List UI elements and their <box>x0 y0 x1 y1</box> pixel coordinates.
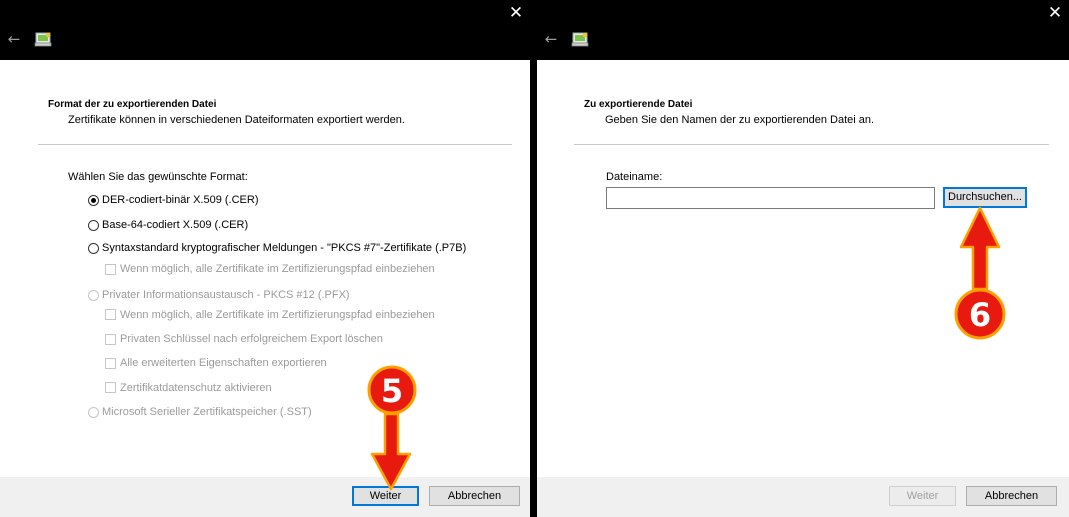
checkbox-label: Alle erweiterten Eigenschaften exportier… <box>120 357 327 369</box>
page-subtitle: Zertifikate können in verschiedenen Date… <box>68 114 405 126</box>
radio-button[interactable] <box>88 243 99 254</box>
radio-button <box>88 407 99 418</box>
format-prompt: Wählen Sie das gewünschte Format: <box>68 171 248 183</box>
export-format-dialog: ✕ ← Format der zu exportierenden Datei Z… <box>0 0 530 517</box>
radio-button <box>88 290 99 301</box>
radio-label: Syntaxstandard kryptografischer Meldunge… <box>102 242 467 254</box>
checkbox-label: Wenn möglich, alle Zertifikate im Zertif… <box>120 309 435 321</box>
certificate-wizard-icon <box>34 32 52 47</box>
header-separator <box>38 144 512 145</box>
radio-label: Microsoft Serieller Zertifikatspeicher (… <box>102 406 312 418</box>
step-6-annotation: 6 <box>954 206 1006 340</box>
filename-label: Dateiname: <box>606 171 663 183</box>
button-bar: Weiter Abbrechen <box>537 477 1069 517</box>
checkbox-label: Wenn möglich, alle Zertifikate im Zertif… <box>120 263 435 275</box>
checkbox <box>105 334 116 345</box>
back-arrow-icon[interactable]: ← <box>541 29 561 49</box>
title-bar: ✕ ← <box>0 0 530 60</box>
radio-button[interactable] <box>88 195 99 206</box>
checkbox <box>105 309 116 320</box>
radio-label: Base-64-codiert X.509 (.CER) <box>102 219 249 231</box>
radio-label: DER-codiert-binär X.509 (.CER) <box>102 194 259 206</box>
page-title: Format der zu exportierenden Datei <box>48 99 217 110</box>
step-5-annotation: 5 <box>367 365 417 491</box>
checkbox <box>105 358 116 369</box>
next-button: Weiter <box>889 486 956 506</box>
radio-button[interactable] <box>88 220 99 231</box>
checkbox <box>105 264 116 275</box>
checkbox-label: Privaten Schlüssel nach erfolgreichem Ex… <box>120 333 383 345</box>
arrow-up-icon <box>959 206 1001 291</box>
arrow-down-icon <box>370 412 412 491</box>
page-title: Zu exportierende Datei <box>584 99 693 110</box>
page-subtitle: Geben Sie den Namen der zu exportierende… <box>605 114 875 126</box>
cancel-button[interactable]: Abbrechen <box>966 486 1057 506</box>
button-bar: Weiter Abbrechen <box>0 477 530 517</box>
header-separator <box>574 144 1049 145</box>
filename-input[interactable] <box>606 187 935 209</box>
certificate-wizard-icon <box>571 32 589 47</box>
close-icon[interactable]: ✕ <box>1045 2 1065 24</box>
cancel-button[interactable]: Abbrechen <box>429 486 520 506</box>
export-file-dialog: ✕ ← Zu exportierende Datei Geben Sie den… <box>537 0 1069 517</box>
step-badge-number: 6 <box>969 296 991 334</box>
radio-label: Privater Informationsaustausch - PKCS #1… <box>102 289 350 301</box>
checkbox-label: Zertifikatdatenschutz aktivieren <box>120 382 272 394</box>
checkbox <box>105 382 116 393</box>
step-badge-number: 5 <box>381 372 403 410</box>
close-icon[interactable]: ✕ <box>506 2 526 24</box>
back-arrow-icon[interactable]: ← <box>4 29 24 49</box>
title-bar: ✕ ← <box>537 0 1069 60</box>
